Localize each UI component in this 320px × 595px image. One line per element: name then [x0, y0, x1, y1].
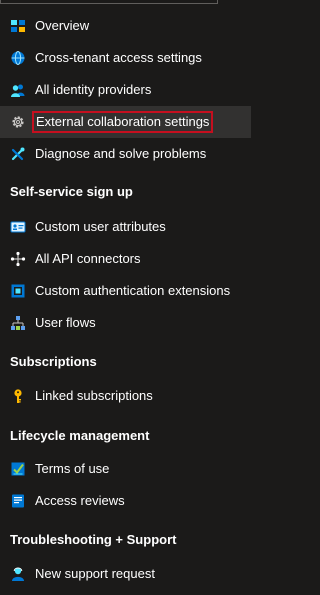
id-card-icon [10, 219, 26, 235]
section-header-subscriptions: Subscriptions [10, 354, 97, 369]
nav-item-label: Terms of use [35, 461, 110, 476]
nav-item-label: All API connectors [35, 251, 141, 266]
nav-item-label: External collaboration settings [31, 111, 214, 133]
nav-item-overview[interactable]: Overview [0, 10, 251, 42]
flow-icon [10, 315, 26, 331]
nav-item-label: User flows [35, 315, 96, 330]
key-icon [10, 388, 26, 404]
nav-item-label: Linked subscriptions [35, 388, 153, 403]
nav-item-new-support-request[interactable]: New support request [0, 558, 251, 590]
nav-item-diagnose-and-solve-problems[interactable]: Diagnose and solve problems [0, 138, 251, 170]
nav-item-linked-subscriptions[interactable]: Linked subscriptions [0, 380, 251, 412]
nav-item-label: Overview [35, 18, 90, 33]
section-header-self-service-sign-up: Self-service sign up [10, 184, 133, 199]
nav-item-label: Cross-tenant access settings [35, 50, 202, 65]
globe-settings-icon [10, 50, 26, 66]
left-navigation-panel: Overview Cross-tenant access settings Al… [0, 0, 251, 595]
nav-item-external-collaboration-settings[interactable]: External collaboration settings [0, 106, 251, 138]
nav-item-all-identity-providers[interactable]: All identity providers [0, 74, 251, 106]
users-icon [10, 82, 26, 98]
section-header-troubleshooting-support: Troubleshooting + Support [10, 532, 177, 547]
nav-item-label: Diagnose and solve problems [35, 146, 207, 161]
nav-item-access-reviews[interactable]: Access reviews [0, 485, 251, 517]
nav-item-label: Custom user attributes [35, 219, 166, 234]
section-header-lifecycle-management: Lifecycle management [10, 428, 150, 443]
nav-item-label: Custom authentication extensions [35, 283, 231, 298]
nav-item-custom-authentication-extensions[interactable]: Custom authentication extensions [0, 275, 251, 307]
wrench-icon [10, 146, 26, 162]
extension-icon [10, 283, 26, 299]
nav-item-terms-of-use[interactable]: Terms of use [0, 453, 251, 485]
nav-item-label: All identity providers [35, 82, 152, 97]
review-icon [10, 493, 26, 509]
nav-item-label: New support request [35, 566, 155, 581]
gear-icon [10, 114, 26, 130]
checklist-icon [10, 461, 26, 477]
nav-item-custom-user-attributes[interactable]: Custom user attributes [0, 211, 251, 243]
support-person-icon [10, 566, 26, 582]
top-search-box-fragment [0, 0, 218, 4]
connector-icon [10, 251, 26, 267]
nav-item-label: Access reviews [35, 493, 125, 508]
nav-item-cross-tenant-access-settings[interactable]: Cross-tenant access settings [0, 42, 251, 74]
nav-item-all-api-connectors[interactable]: All API connectors [0, 243, 251, 275]
overview-icon [10, 18, 26, 34]
nav-item-user-flows[interactable]: User flows [0, 307, 251, 339]
